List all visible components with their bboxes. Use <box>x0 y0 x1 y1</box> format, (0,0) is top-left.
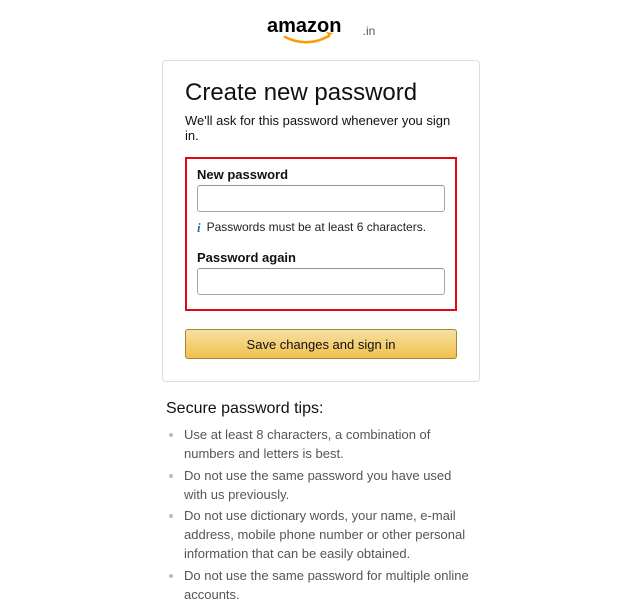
password-fields-highlight: New password i Passwords must be at leas… <box>185 157 457 311</box>
list-item: Do not use dictionary words, your name, … <box>184 507 476 564</box>
list-item: Use at least 8 characters, a combination… <box>184 426 476 464</box>
page-subtitle: We'll ask for this password whenever you… <box>185 113 457 143</box>
secure-password-tips: Secure password tips: Use at least 8 cha… <box>162 400 480 608</box>
amazon-logo-svg: amazon <box>267 14 359 46</box>
password-again-label: Password again <box>197 250 445 265</box>
new-password-input[interactable] <box>197 185 445 212</box>
list-item: Do not use the same password for multipl… <box>184 567 476 605</box>
list-item: Do not use the same password you have us… <box>184 467 476 505</box>
create-password-card: Create new password We'll ask for this p… <box>162 60 480 382</box>
new-password-label: New password <box>197 167 445 182</box>
password-again-input[interactable] <box>197 268 445 295</box>
logo-suffix: .in <box>363 24 376 46</box>
tips-list: Use at least 8 characters, a combination… <box>166 426 476 605</box>
password-hint-text: Passwords must be at least 6 characters. <box>207 220 426 234</box>
save-and-signin-button[interactable]: Save changes and sign in <box>185 329 457 359</box>
password-hint-row: i Passwords must be at least 6 character… <box>197 220 445 234</box>
info-icon: i <box>197 220 201 234</box>
tips-heading: Secure password tips: <box>166 400 476 418</box>
page-title: Create new password <box>185 79 457 107</box>
amazon-logo: amazon .in <box>267 14 376 46</box>
